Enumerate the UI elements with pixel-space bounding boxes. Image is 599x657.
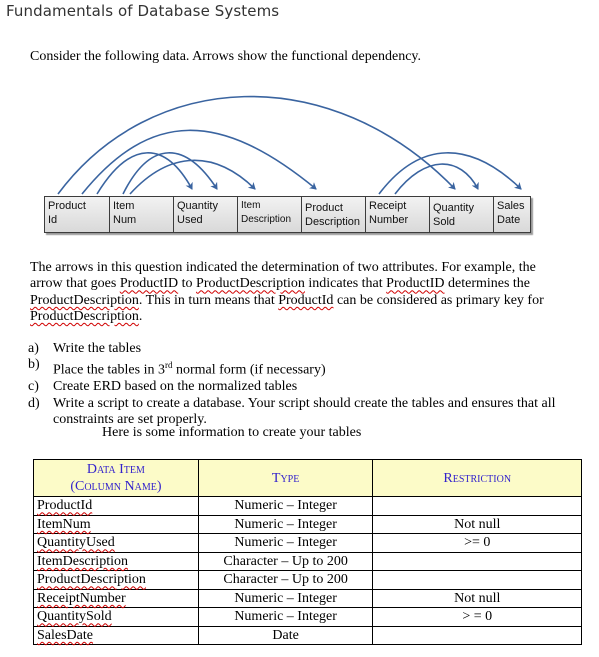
cell-type: Numeric – Integer (197, 588, 374, 608)
table-header-row: Data Item (Column Name) Type Restriction (33, 459, 582, 497)
cell-column-name: SalesDate (33, 625, 199, 645)
cell-type: Numeric – Integer (197, 514, 374, 534)
task-list: a) Write the tables b) Place the tables in… (28, 341, 573, 429)
cell-restriction: Not null (372, 514, 582, 534)
cell-type: Numeric – Integer (197, 496, 374, 516)
table-row: ProductDescription Character – Up to 200 (33, 570, 582, 590)
data-item-table: Data Item (Column Name) Type Restriction … (33, 459, 582, 645)
table-row: ItemDescription Character – Up to 200 (33, 551, 582, 571)
cell-column-name: ProductDescription (33, 570, 199, 590)
arrow-receiptnumber-to-quantitysold (394, 163, 479, 195)
cell-restriction (372, 496, 582, 516)
attribute-receipt-number: Receipt Number (366, 197, 430, 232)
cell-column-name: QuantityUsed (33, 533, 199, 553)
table-row: QuantitySold Numeric – Integer > = 0 (33, 607, 582, 627)
arrow-itemnum-to-quantityused (122, 152, 218, 195)
attribute-quantity-sold: Quantity Sold (430, 197, 494, 232)
table-row: QuantityUsed Numeric – Integer >= 0 (33, 533, 582, 553)
cell-type: Character – Up to 200 (197, 551, 374, 571)
table-note: Here is some information to create your … (102, 425, 362, 440)
table-row: SalesDate Date (33, 625, 582, 645)
column-header-type: Type (197, 459, 374, 497)
cell-type: Numeric – Integer (197, 533, 374, 553)
explanation-paragraph: The arrows in this question indicated th… (30, 260, 544, 325)
attribute-sales-date: Sales Date (494, 197, 530, 232)
cell-type: Numeric – Integer (197, 607, 374, 627)
cell-restriction (372, 551, 582, 571)
task-item: b) Place the tables in 3rd normal form (i… (28, 357, 326, 379)
arrow-productid-to-quantitysold (57, 95, 456, 195)
cell-column-name: QuantitySold (33, 607, 199, 627)
attribute-item-num: Item Num (110, 197, 174, 232)
arrow-itemnum-to-itemdescription (129, 159, 256, 195)
column-header-restriction: Restriction (372, 459, 582, 497)
cell-column-name: ItemNum (33, 514, 199, 534)
task-item: a) Write the tables (28, 341, 142, 356)
cell-restriction (372, 570, 582, 590)
cell-column-name: ReceiptNumber (33, 588, 199, 608)
arrow-productid-to-quantityused (96, 152, 193, 195)
attribute-quantity-used: Quantity Used (174, 197, 238, 232)
cell-restriction: > = 0 (372, 607, 582, 627)
attribute-product-id: Product Id (45, 197, 110, 232)
attribute-row: Product Id Item Num Quantity Used Item Descr… (44, 196, 531, 233)
cell-type: Character – Up to 200 (197, 570, 374, 590)
task-item: c) Create ERD based on the normalized tab… (28, 379, 298, 395)
attribute-product-description: Product Description (302, 197, 366, 232)
cell-restriction: >= 0 (372, 533, 582, 553)
cell-type: Date (197, 625, 374, 645)
table-row: ReceiptNumber Numeric – Integer Not null (33, 588, 582, 608)
cell-restriction: Not null (372, 588, 582, 608)
table-row: ItemNum Numeric – Integer Not null (33, 514, 582, 534)
cell-restriction (372, 625, 582, 645)
task-item: d) Write a script to create a database. Y… (28, 395, 556, 428)
cell-column-name: ProductId (33, 496, 199, 516)
arrow-productid-to-productdescription (81, 129, 317, 195)
cell-column-name: ItemDescription (33, 551, 199, 571)
table-row: ProductId Numeric – Integer (33, 496, 582, 516)
attribute-item-description: Item Description (238, 197, 302, 232)
column-header-data-item: Data Item (Column Name) (33, 459, 199, 497)
